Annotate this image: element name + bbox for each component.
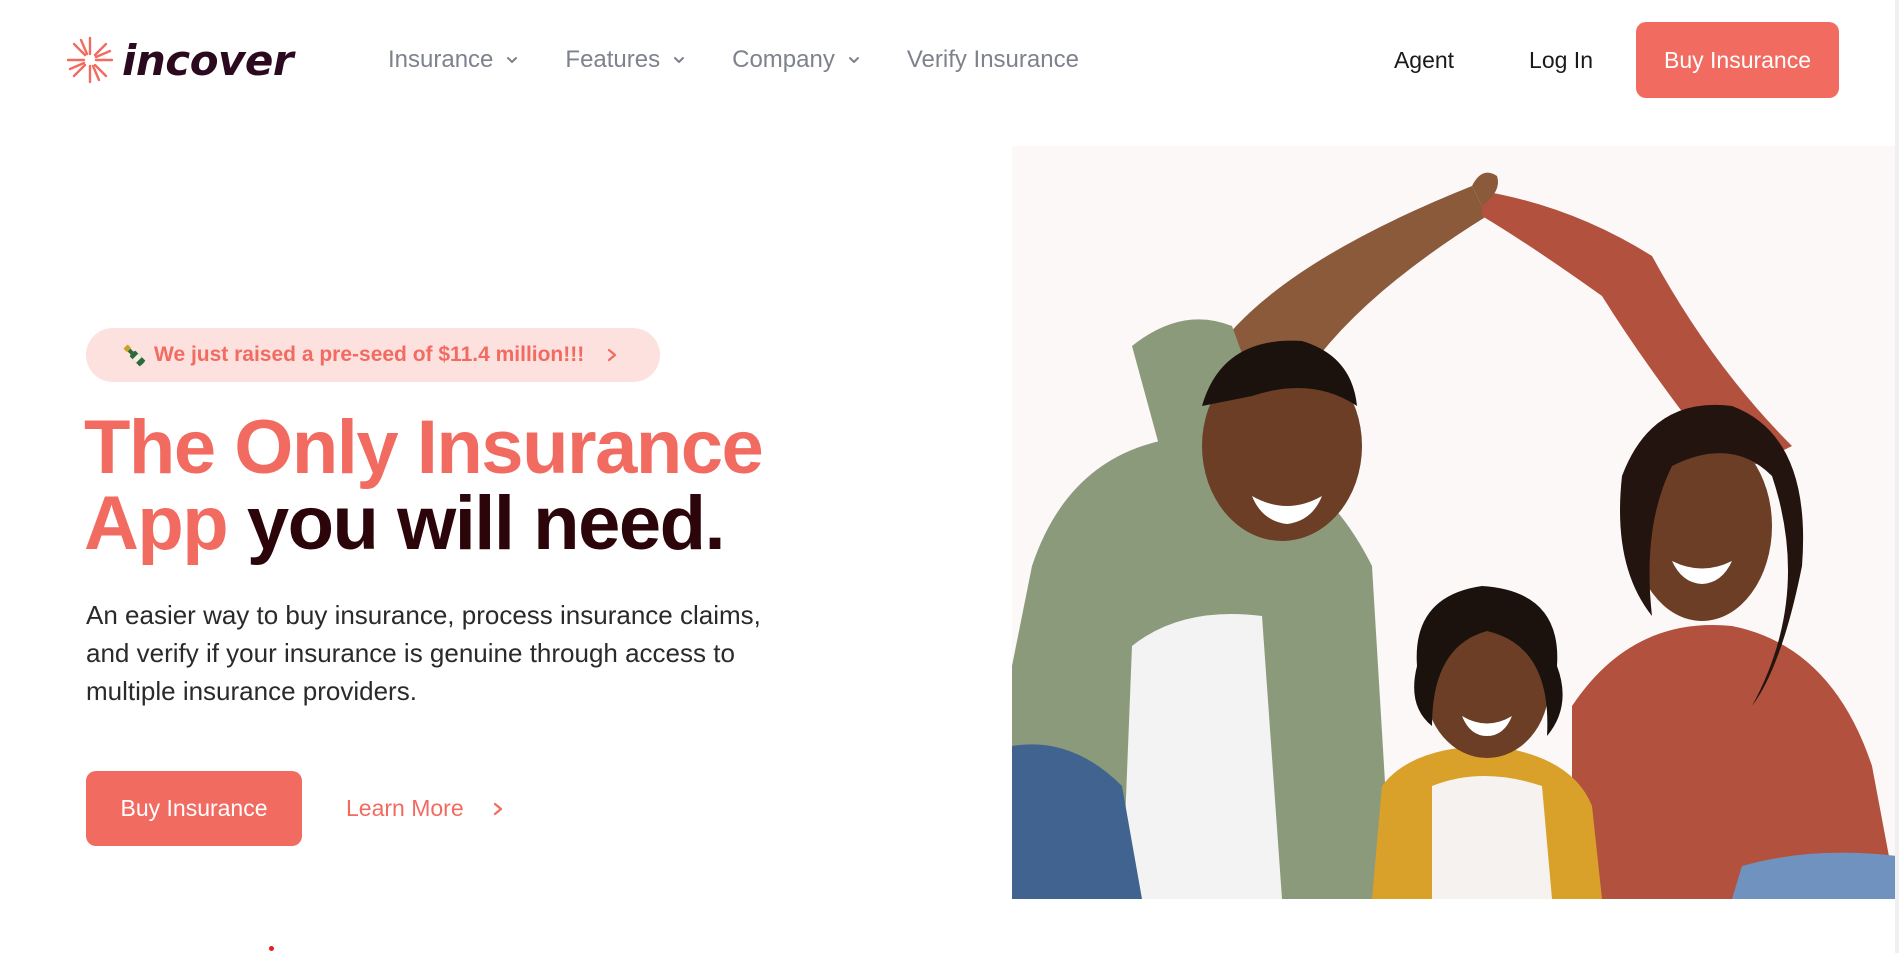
hero-buy-insurance-button[interactable]: Buy Insurance: [86, 771, 302, 846]
nav-verify-insurance-label: Verify Insurance: [906, 46, 1079, 73]
chevron-down-icon: [674, 57, 685, 63]
agent-link[interactable]: Agent: [1394, 47, 1454, 74]
champagne-bottle-icon: [123, 344, 146, 367]
sparkle-logo-icon: [66, 36, 114, 84]
hero-description: An easier way to buy insurance, process …: [86, 600, 761, 706]
chevron-right-icon: [607, 348, 617, 362]
nav-company-label: Company: [732, 46, 835, 73]
nav-features-label: Features: [565, 46, 661, 73]
nav-company[interactable]: Company: [732, 46, 861, 74]
hero-headline: The Only Insurance App you will need.: [84, 410, 804, 562]
learn-more-link[interactable]: Learn More: [346, 795, 504, 822]
headline-line-2: App you will need.: [84, 486, 804, 562]
nav-verify-insurance[interactable]: Verify Insurance: [907, 46, 1079, 74]
chevron-down-icon: [507, 57, 518, 63]
headline-dark: you will need.: [227, 481, 726, 566]
chevron-down-icon: [848, 57, 859, 63]
carousel-indicator: [269, 946, 274, 951]
header-buy-insurance-button[interactable]: Buy Insurance: [1636, 22, 1839, 98]
logo-text: incover: [122, 35, 294, 85]
login-link[interactable]: Log In: [1529, 47, 1593, 74]
chevron-right-icon: [493, 802, 502, 815]
header-actions: Agent Log In Buy Insurance: [1394, 22, 1839, 98]
announcement-text: We just raised a pre-seed of $11.4 milli…: [154, 343, 585, 366]
nav-features[interactable]: Features: [565, 46, 686, 74]
site-header: incover Insurance Features Company Verif…: [0, 0, 1899, 122]
hero-cta-row: Buy Insurance Learn More: [86, 771, 504, 846]
family-illustration: [1012, 172, 1897, 899]
scrollbar-track[interactable]: [1895, 0, 1899, 953]
hero-family-photo: [1012, 146, 1897, 899]
headline-line-1: The Only Insurance: [84, 405, 764, 490]
nav-insurance[interactable]: Insurance: [388, 46, 519, 74]
announcement-pill[interactable]: We just raised a pre-seed of $11.4 milli…: [86, 328, 660, 382]
nav-insurance-label: Insurance: [388, 46, 494, 73]
main-nav: Insurance Features Company Verify Insura…: [388, 46, 1125, 74]
headline-accent: App: [84, 481, 229, 566]
logo[interactable]: incover: [64, 34, 294, 86]
learn-more-label: Learn More: [346, 795, 464, 821]
